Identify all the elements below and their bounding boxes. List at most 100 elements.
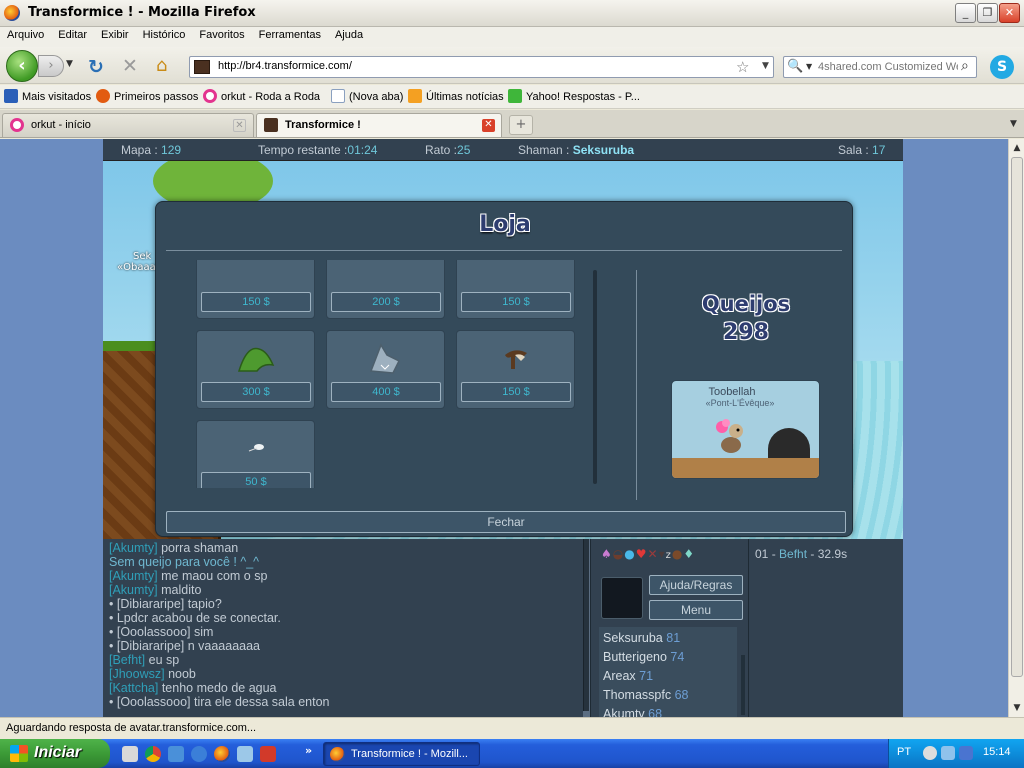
menu-arquivo[interactable]: Arquivo: [0, 27, 51, 43]
chat-nick[interactable]: [Akumty]: [109, 583, 158, 597]
crystal-icon[interactable]: ♦: [683, 547, 695, 561]
cheese-icon[interactable]: ●: [672, 547, 683, 561]
language-indicator[interactable]: PT: [897, 746, 911, 758]
restore-button[interactable]: ❐: [977, 3, 998, 23]
emote-bar[interactable]: ♠◒●♥✕▾z●♦: [601, 547, 741, 565]
tab-list-dropdown-icon[interactable]: ▼: [1010, 119, 1017, 129]
chat-nick[interactable]: [Jhoowsz]: [109, 667, 165, 681]
search-go-icon[interactable]: ⌕: [961, 58, 969, 74]
menu-historico[interactable]: Histórico: [136, 27, 193, 43]
close-window-button[interactable]: ✕: [999, 3, 1020, 23]
acrobat-icon[interactable]: [260, 746, 276, 762]
url-dropdown-icon[interactable]: ▼: [762, 61, 769, 71]
start-button[interactable]: Iniciar: [0, 739, 110, 768]
search-bar[interactable]: 🔍 ▼ ⌕: [783, 56, 977, 78]
heart-icon[interactable]: ♥: [636, 547, 648, 561]
back-button[interactable]: ‹: [6, 50, 38, 82]
tray-app-icon[interactable]: [959, 746, 973, 760]
quicklaunch-more-icon[interactable]: »: [305, 744, 312, 757]
shop-item[interactable]: 150 $: [196, 260, 315, 319]
drop-icon[interactable]: ●: [624, 547, 635, 561]
chat-nick[interactable]: [Befht]: [109, 653, 145, 667]
menu-exibir[interactable]: Exibir: [94, 27, 136, 43]
bookmark-star-icon[interactable]: ☆: [736, 58, 749, 76]
item-price-button[interactable]: 150 $: [461, 292, 571, 312]
player-list-item[interactable]: Thomasspfc 68: [603, 686, 733, 705]
shop-item[interactable]: 150 $: [456, 260, 575, 319]
stop-icon[interactable]: ✕: [122, 55, 138, 77]
menu-ferramentas[interactable]: Ferramentas: [252, 27, 328, 43]
bowl-icon[interactable]: ◒: [613, 547, 624, 561]
player-list[interactable]: Seksuruba 81 Butterigeno 74 Areax 71 Thomas…: [599, 627, 737, 717]
player-list-item[interactable]: Butterigeno 74: [603, 648, 733, 667]
help-rules-button[interactable]: Ajuda/Regras: [649, 575, 743, 595]
menu-favoritos[interactable]: Favoritos: [192, 27, 251, 43]
player-list-item[interactable]: Akumty 68: [603, 705, 733, 717]
chat-scrollbar[interactable]: [583, 539, 589, 711]
close-shop-button[interactable]: Fechar: [166, 511, 846, 533]
player-list-item[interactable]: Areax 71: [603, 667, 733, 686]
bookmark-mais-visitados[interactable]: Mais visitados: [4, 89, 91, 103]
item-price-button[interactable]: 150 $: [201, 292, 311, 312]
bat-icon[interactable]: ▾: [659, 547, 666, 561]
shop-item[interactable]: 150 $: [456, 330, 575, 409]
tab-transformice[interactable]: Transformice ! ✕: [256, 113, 502, 137]
firefox-icon[interactable]: [214, 746, 230, 762]
skype-icon[interactable]: S: [990, 55, 1014, 79]
shop-item[interactable]: 200 $: [326, 260, 445, 319]
chat-nick[interactable]: [Kattcha]: [109, 681, 158, 695]
game-stage[interactable]: Sek «Obaaaa Loja 150 $ 200 $ 150 $ 300 $…: [103, 161, 903, 539]
minimize-button[interactable]: _: [955, 3, 976, 23]
shop-item[interactable]: 400 $: [326, 330, 445, 409]
home-icon[interactable]: ⌂: [156, 55, 167, 76]
bookmark-nova-aba[interactable]: (Nova aba): [331, 89, 403, 103]
history-dropdown-icon[interactable]: ▼: [66, 59, 73, 69]
shop-items-scrollbar[interactable]: [593, 270, 597, 484]
page-scrollbar[interactable]: ▲ ▼: [1008, 139, 1024, 717]
url-text[interactable]: http://br4.transformice.com/: [218, 60, 352, 72]
taskbar-firefox-button[interactable]: Transformice ! - Mozill...: [323, 742, 480, 766]
scroll-thumb[interactable]: [1011, 157, 1023, 677]
item-price-button[interactable]: 200 $: [331, 292, 441, 312]
game-area[interactable]: Mapa : 129 Tempo restante :01:24 Rato :2…: [103, 139, 903, 717]
tray-expand-icon[interactable]: [923, 746, 937, 760]
item-price-button[interactable]: 50 $: [201, 472, 311, 488]
new-tab-button[interactable]: +: [509, 115, 533, 135]
app-icon[interactable]: [168, 746, 184, 762]
internet-explorer-icon[interactable]: [191, 746, 207, 762]
chrome-icon[interactable]: [145, 746, 161, 762]
bookmark-orkut-roda[interactable]: orkut - Roda a Roda: [203, 89, 320, 103]
tab-orkut[interactable]: orkut - início ✕: [2, 113, 254, 137]
dress-icon[interactable]: ♠: [601, 547, 613, 561]
menu-button[interactable]: Menu: [649, 600, 743, 620]
bookmark-yahoo-respostas[interactable]: Yahoo! Respostas - P...: [508, 89, 640, 103]
app-icon[interactable]: [237, 746, 253, 762]
search-input[interactable]: [818, 59, 958, 75]
address-bar[interactable]: http://br4.transformice.com/ ☆ ▼: [189, 56, 774, 78]
menu-editar[interactable]: Editar: [51, 27, 94, 43]
search-engine-dropdown-icon[interactable]: ▼: [806, 62, 812, 71]
item-price-button[interactable]: 400 $: [331, 382, 441, 402]
forward-button[interactable]: ›: [38, 55, 64, 77]
bookmark-ultimas-noticias[interactable]: Últimas notícias: [408, 89, 504, 103]
scroll-down-icon[interactable]: ▼: [1011, 701, 1023, 715]
chat-nick[interactable]: [Akumty]: [109, 541, 158, 555]
player-list-item[interactable]: Seksuruba 81: [603, 629, 733, 648]
bookmark-primeiros-passos[interactable]: Primeiros passos: [96, 89, 198, 103]
chat-nick[interactable]: [Akumty]: [109, 569, 158, 583]
notepad-icon[interactable]: [122, 746, 138, 762]
menu-ajuda[interactable]: Ajuda: [328, 27, 370, 43]
chat-log[interactable]: [Akumty] porra shaman Sem queijo para voc…: [103, 539, 583, 717]
item-price-button[interactable]: 300 $: [201, 382, 311, 402]
scroll-up-icon[interactable]: ▲: [1011, 141, 1023, 155]
item-price-button[interactable]: 150 $: [461, 382, 571, 402]
network-icon[interactable]: [941, 746, 955, 760]
player-list-scrollbar[interactable]: [741, 655, 745, 715]
shop-item[interactable]: 50 $: [196, 420, 315, 488]
tab-close-icon[interactable]: ✕: [233, 119, 246, 132]
shop-item[interactable]: 300 $: [196, 330, 315, 409]
cross-icon[interactable]: ✕: [648, 547, 659, 561]
reload-icon[interactable]: ↻: [88, 56, 104, 78]
avatar[interactable]: [601, 577, 643, 619]
search-engine-icon[interactable]: 🔍: [787, 59, 803, 74]
